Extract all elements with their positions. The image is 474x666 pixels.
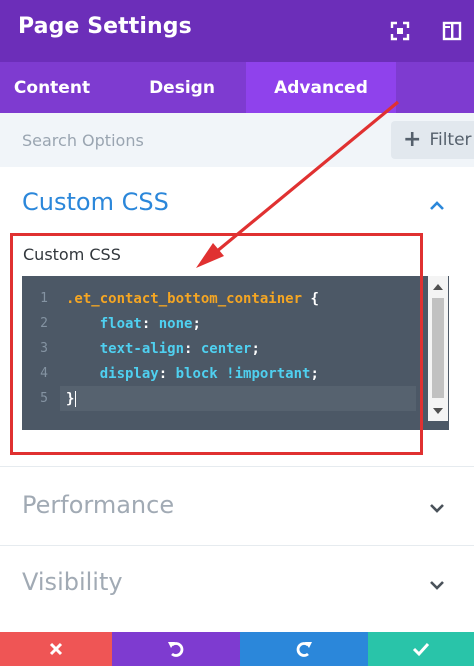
scroll-down-icon[interactable] — [433, 408, 443, 414]
annotation-highlight-box — [10, 233, 423, 455]
expand-icon[interactable] — [388, 19, 412, 43]
plus-icon: + — [403, 127, 422, 152]
scroll-thumb[interactable] — [432, 298, 444, 398]
filter-label: Filter — [429, 130, 472, 150]
tab-design[interactable]: Design — [120, 62, 244, 113]
sidebar-toggle-icon[interactable] — [440, 19, 464, 43]
page-title: Page Settings — [18, 14, 192, 39]
section-visibility-title[interactable]: Visibility — [22, 568, 123, 596]
modal-header: Page Settings — [0, 0, 474, 62]
section-divider — [0, 466, 474, 467]
undo-button[interactable] — [112, 632, 240, 666]
footer-action-bar — [0, 632, 474, 666]
tab-advanced[interactable]: Advanced — [246, 62, 396, 113]
redo-icon — [296, 642, 312, 657]
section-custom-css-title[interactable]: Custom CSS — [22, 188, 169, 216]
undo-icon — [168, 642, 184, 657]
search-input[interactable] — [12, 122, 372, 158]
redo-button[interactable] — [240, 632, 368, 666]
chevron-down-icon[interactable] — [428, 499, 446, 517]
section-performance-title[interactable]: Performance — [22, 491, 174, 519]
save-button[interactable] — [368, 632, 474, 666]
check-icon — [412, 642, 430, 657]
close-button[interactable] — [0, 632, 112, 666]
scroll-up-icon[interactable] — [433, 284, 443, 290]
chevron-down-icon[interactable] — [428, 576, 446, 594]
chevron-up-icon[interactable] — [428, 197, 446, 215]
tab-bar: Content Design Advanced — [0, 62, 474, 113]
editor-scrollbar[interactable] — [428, 276, 448, 421]
filter-button[interactable]: + Filter — [391, 121, 474, 159]
tab-content[interactable]: Content — [0, 62, 104, 113]
section-divider — [0, 545, 474, 546]
close-icon — [49, 642, 63, 656]
